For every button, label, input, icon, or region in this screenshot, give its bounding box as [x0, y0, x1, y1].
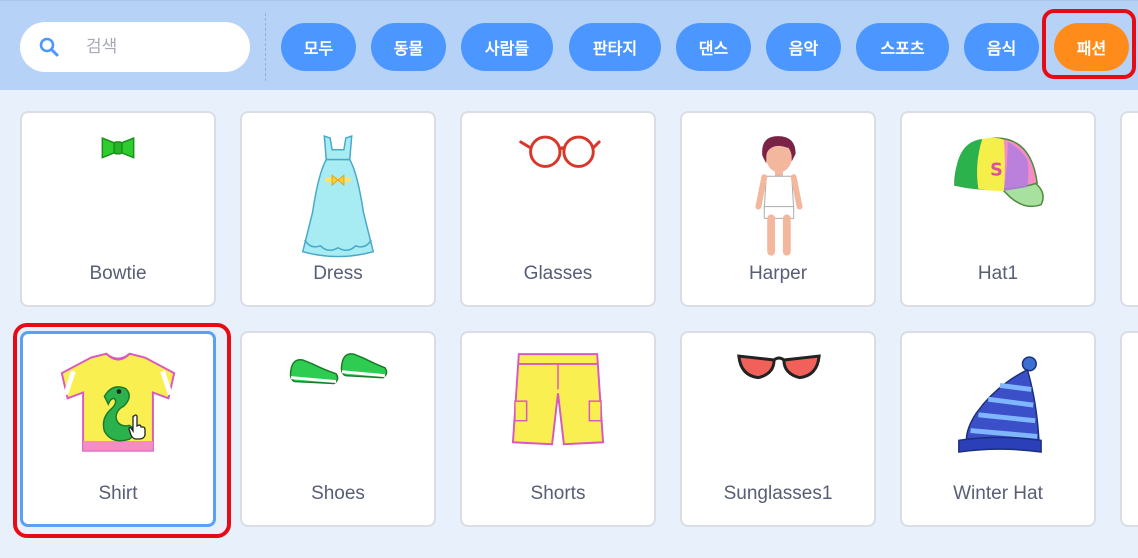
item-name: Dress [313, 263, 363, 284]
tag-fashion[interactable]: 패션 [1054, 23, 1129, 71]
item-card-partial[interactable] [1120, 331, 1138, 527]
winter-hat-icon [958, 356, 1042, 453]
hand-pointer-cursor-icon [128, 414, 146, 440]
item-card-partial[interactable] [1120, 111, 1138, 307]
item-name: Shirt [98, 483, 138, 504]
item-name: Hat1 [977, 263, 1019, 284]
item-card-winter-hat[interactable]: Winter Hat [900, 331, 1096, 527]
search-input[interactable] [84, 32, 238, 62]
shirt-icon [60, 352, 176, 452]
item-card-shorts[interactable]: Shorts [460, 331, 656, 527]
search-icon [39, 37, 59, 57]
tag-sports[interactable]: 스포츠 [856, 23, 949, 71]
bowtie-icon [101, 136, 135, 159]
tag-food[interactable]: 음식 [964, 23, 1039, 71]
item-card-glasses[interactable]: Glasses [460, 111, 656, 307]
glasses-icon [519, 135, 601, 168]
item-name: Sunglasses1 [723, 483, 833, 504]
dress-icon [301, 135, 375, 258]
item-card-hat1[interactable]: S Hat1 [900, 111, 1096, 307]
tag-music[interactable]: 음악 [766, 23, 841, 71]
tag-fantasy[interactable]: 판타지 [569, 23, 661, 71]
item-name: Harper [748, 263, 808, 284]
category-toolbar: 모두 동물 사람들 판타지 댄스 음악 스포츠 음식 패션 [0, 0, 1138, 90]
tag-animals[interactable]: 동물 [371, 23, 446, 71]
item-name: Bowtie [89, 263, 147, 284]
tag-all[interactable]: 모두 [281, 23, 356, 71]
harper-person-icon [755, 136, 803, 256]
item-card-shirt[interactable]: Shirt [20, 331, 216, 527]
item-card-sunglasses1[interactable]: Sunglasses1 [680, 331, 876, 527]
search-box[interactable] [20, 22, 250, 72]
item-name: Shorts [530, 483, 586, 504]
shorts-icon [511, 353, 605, 446]
item-name: Glasses [523, 263, 593, 284]
sunglasses-icon [737, 354, 821, 380]
item-card-shoes[interactable]: Shoes [240, 331, 436, 527]
item-card-bowtie[interactable]: Bowtie [20, 111, 216, 307]
toolbar-divider [265, 13, 266, 81]
item-name: Winter Hat [953, 483, 1043, 504]
item-name: Shoes [311, 483, 365, 504]
cap-icon: S [954, 137, 1044, 208]
tag-dance[interactable]: 댄스 [676, 23, 751, 71]
item-card-harper[interactable]: Harper [680, 111, 876, 307]
item-card-dress[interactable]: Dress [240, 111, 436, 307]
shoes-icon [289, 353, 388, 385]
svg-text:S: S [990, 160, 1003, 180]
tag-people[interactable]: 사람들 [461, 23, 553, 71]
